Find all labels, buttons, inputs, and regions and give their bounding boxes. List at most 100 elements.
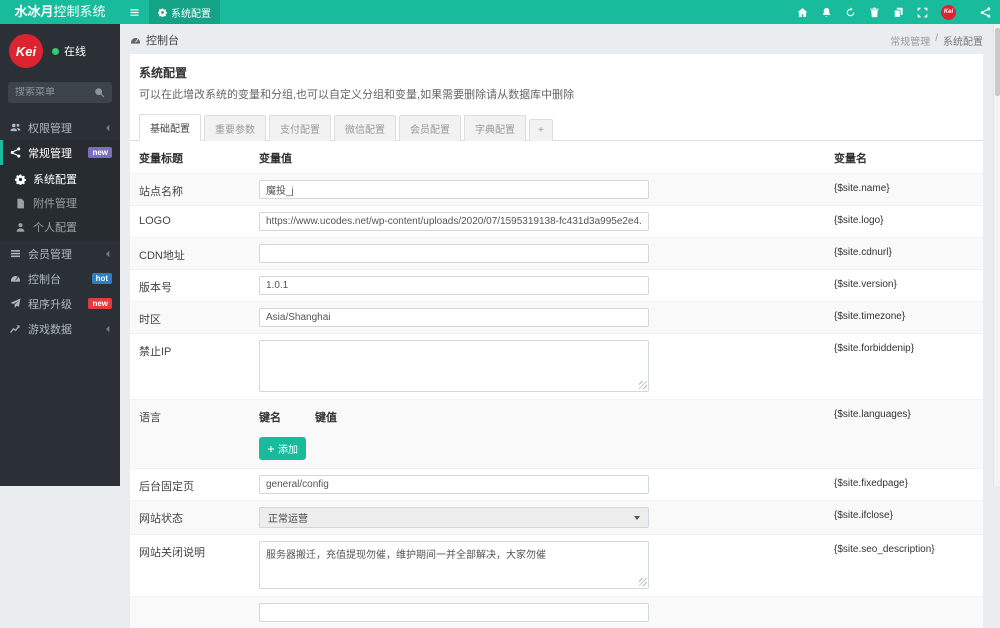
expand-icon[interactable] — [917, 7, 928, 18]
trash-icon[interactable] — [869, 7, 880, 18]
badge: new — [88, 298, 112, 309]
search-input[interactable] — [15, 87, 94, 98]
key-value-label: 键值 — [315, 409, 337, 425]
variable-name: {$site.seo_description} — [834, 539, 974, 555]
variable-title: 语言 — [139, 404, 259, 425]
sidebar-item-label: 程序升级 — [28, 296, 81, 312]
variable-name: {$site.languages} — [834, 404, 974, 420]
tab[interactable]: 重要参数 — [204, 115, 266, 141]
table-row: 禁止IP {$site.forbiddenip} — [130, 333, 983, 399]
variable-value-input[interactable] — [259, 180, 649, 199]
add-button[interactable]: 添加 — [259, 437, 306, 460]
variable-title: 版本号 — [139, 274, 259, 295]
sidebar-item[interactable]: 程序升级 new — [0, 291, 120, 316]
resize-handle-icon[interactable] — [639, 381, 647, 389]
list-icon — [10, 248, 21, 259]
variable-value-input[interactable] — [259, 212, 649, 231]
tab[interactable]: 支付配置 — [269, 115, 331, 141]
home-icon[interactable] — [797, 7, 808, 18]
users-icon — [10, 122, 21, 133]
table-row: 版本号 {$site.version} — [130, 269, 983, 301]
breadcrumb-current: 系统配置 — [943, 33, 983, 48]
variable-title: LOGO — [139, 210, 259, 227]
sidebar-item[interactable]: 游戏数据 — [0, 316, 120, 341]
language-kv-editor: 键名键值 添加 — [259, 404, 834, 464]
add-tab-button[interactable]: + — [529, 119, 553, 141]
sidebar-item[interactable]: 控制台 hot — [0, 266, 120, 291]
search-icon[interactable] — [94, 87, 105, 98]
variable-value-input[interactable] — [259, 475, 649, 494]
variable-value-input[interactable] — [259, 308, 649, 327]
hamburger-icon[interactable] — [129, 0, 140, 24]
col-header-value: 变量值 — [259, 150, 834, 166]
sidebar: Kei 在线 权限管理 常规管理 new 系统配置 附件管理 个人配置 会员管理… — [0, 24, 120, 486]
config-tabs: 基础配置重要参数支付配置微信配置会员配置字典配置+ — [130, 114, 983, 141]
submenu: 系统配置 附件管理 个人配置 — [0, 165, 120, 241]
open-tab-system-config[interactable]: 系统配置 — [149, 0, 220, 24]
variable-title — [139, 601, 259, 606]
top-navbar: 水冰月控制系统 系统配置 Kei — [0, 0, 1000, 24]
status-dot — [52, 48, 59, 55]
table-row: LOGO {$site.logo} — [130, 205, 983, 237]
chart-icon — [10, 323, 21, 334]
sidebar-item-label: 系统配置 — [33, 171, 112, 187]
online-status: 在线 — [52, 43, 86, 59]
user-avatar[interactable]: Kei — [941, 5, 956, 20]
variable-value-input[interactable] — [259, 603, 649, 622]
breadcrumb[interactable]: 控制台 — [130, 32, 179, 48]
variable-name: {$site.timezone} — [834, 306, 974, 322]
tab[interactable]: 基础配置 — [139, 114, 201, 141]
add-button-label: 添加 — [278, 441, 298, 456]
sidebar-menu: 权限管理 常规管理 new 系统配置 附件管理 个人配置 会员管理 控制台 ho… — [0, 115, 120, 341]
variable-value-textarea[interactable]: 服务器搬迁，充值提现勿催，维护期间一并全部解决，大家勿催 — [259, 541, 649, 589]
copy-icon[interactable] — [893, 7, 904, 18]
key-name-label: 键名 — [259, 409, 315, 425]
tab[interactable]: 会员配置 — [399, 115, 461, 141]
variable-value-textarea[interactable] — [259, 340, 649, 392]
scrollbar-thumb[interactable] — [995, 28, 1000, 96]
sidebar-item[interactable]: 会员管理 — [0, 241, 120, 266]
variable-name: {$site.fixedpage} — [834, 473, 974, 489]
chevron-left-icon — [104, 325, 112, 333]
brand-bold: 水冰月 — [14, 4, 53, 19]
bell-icon[interactable] — [821, 7, 832, 18]
variable-name — [834, 601, 974, 606]
tab[interactable]: 微信配置 — [334, 115, 396, 141]
breadcrumb-separator: / — [935, 33, 938, 48]
col-header-title: 变量标题 — [139, 150, 259, 166]
resize-handle-icon[interactable] — [639, 578, 647, 586]
refresh-icon[interactable] — [845, 7, 856, 18]
caret-down-icon — [634, 516, 640, 520]
table-row: 语言 键名键值 添加 {$site.languages} — [130, 399, 983, 468]
sidebar-item[interactable]: 权限管理 — [0, 115, 120, 140]
variable-name: {$site.name} — [834, 178, 974, 194]
variables-table: 变量标题 变量值 变量名 站点名称 {$site.name} LOGO {$si… — [130, 141, 983, 628]
sidebar-subitem[interactable]: 附件管理 — [0, 191, 120, 215]
tab[interactable]: 字典配置 — [464, 115, 526, 141]
variable-title: 时区 — [139, 306, 259, 327]
sidebar-subitem[interactable]: 个人配置 — [0, 215, 120, 239]
gauge-icon — [10, 273, 21, 284]
vertical-scrollbar — [993, 24, 1000, 486]
variable-title: 后台固定页 — [139, 473, 259, 494]
sidebar-item-label: 控制台 — [28, 271, 85, 287]
variable-title: CDN地址 — [139, 242, 259, 263]
sidebar-item-label: 个人配置 — [33, 219, 112, 235]
variable-name: {$site.cdnurl} — [834, 242, 974, 258]
main-content: 控制台 常规管理 / 系统配置 系统配置 可以在此增改系统的变量和分组,也可以自… — [120, 24, 993, 486]
variable-value-input[interactable] — [259, 276, 649, 295]
variable-name: {$site.ifclose} — [834, 505, 974, 521]
site-status-select[interactable]: 正常运营 — [259, 507, 649, 528]
gear-icon — [158, 8, 167, 17]
avatar[interactable]: Kei — [9, 34, 43, 68]
sidebar-item[interactable]: 常规管理 new — [0, 140, 120, 165]
variable-name: {$site.forbiddenip} — [834, 338, 974, 354]
table-row: CDN地址 {$site.cdnurl} — [130, 237, 983, 269]
variable-value-input[interactable] — [259, 244, 649, 263]
send-icon — [10, 298, 21, 309]
share-nodes-icon[interactable] — [980, 0, 991, 24]
sidebar-subitem[interactable]: 系统配置 — [0, 167, 120, 191]
table-row: 网站状态 正常运营 {$site.ifclose} — [130, 500, 983, 534]
navbar-icons: Kei — [797, 0, 956, 24]
breadcrumb-parent[interactable]: 常规管理 — [890, 33, 930, 48]
